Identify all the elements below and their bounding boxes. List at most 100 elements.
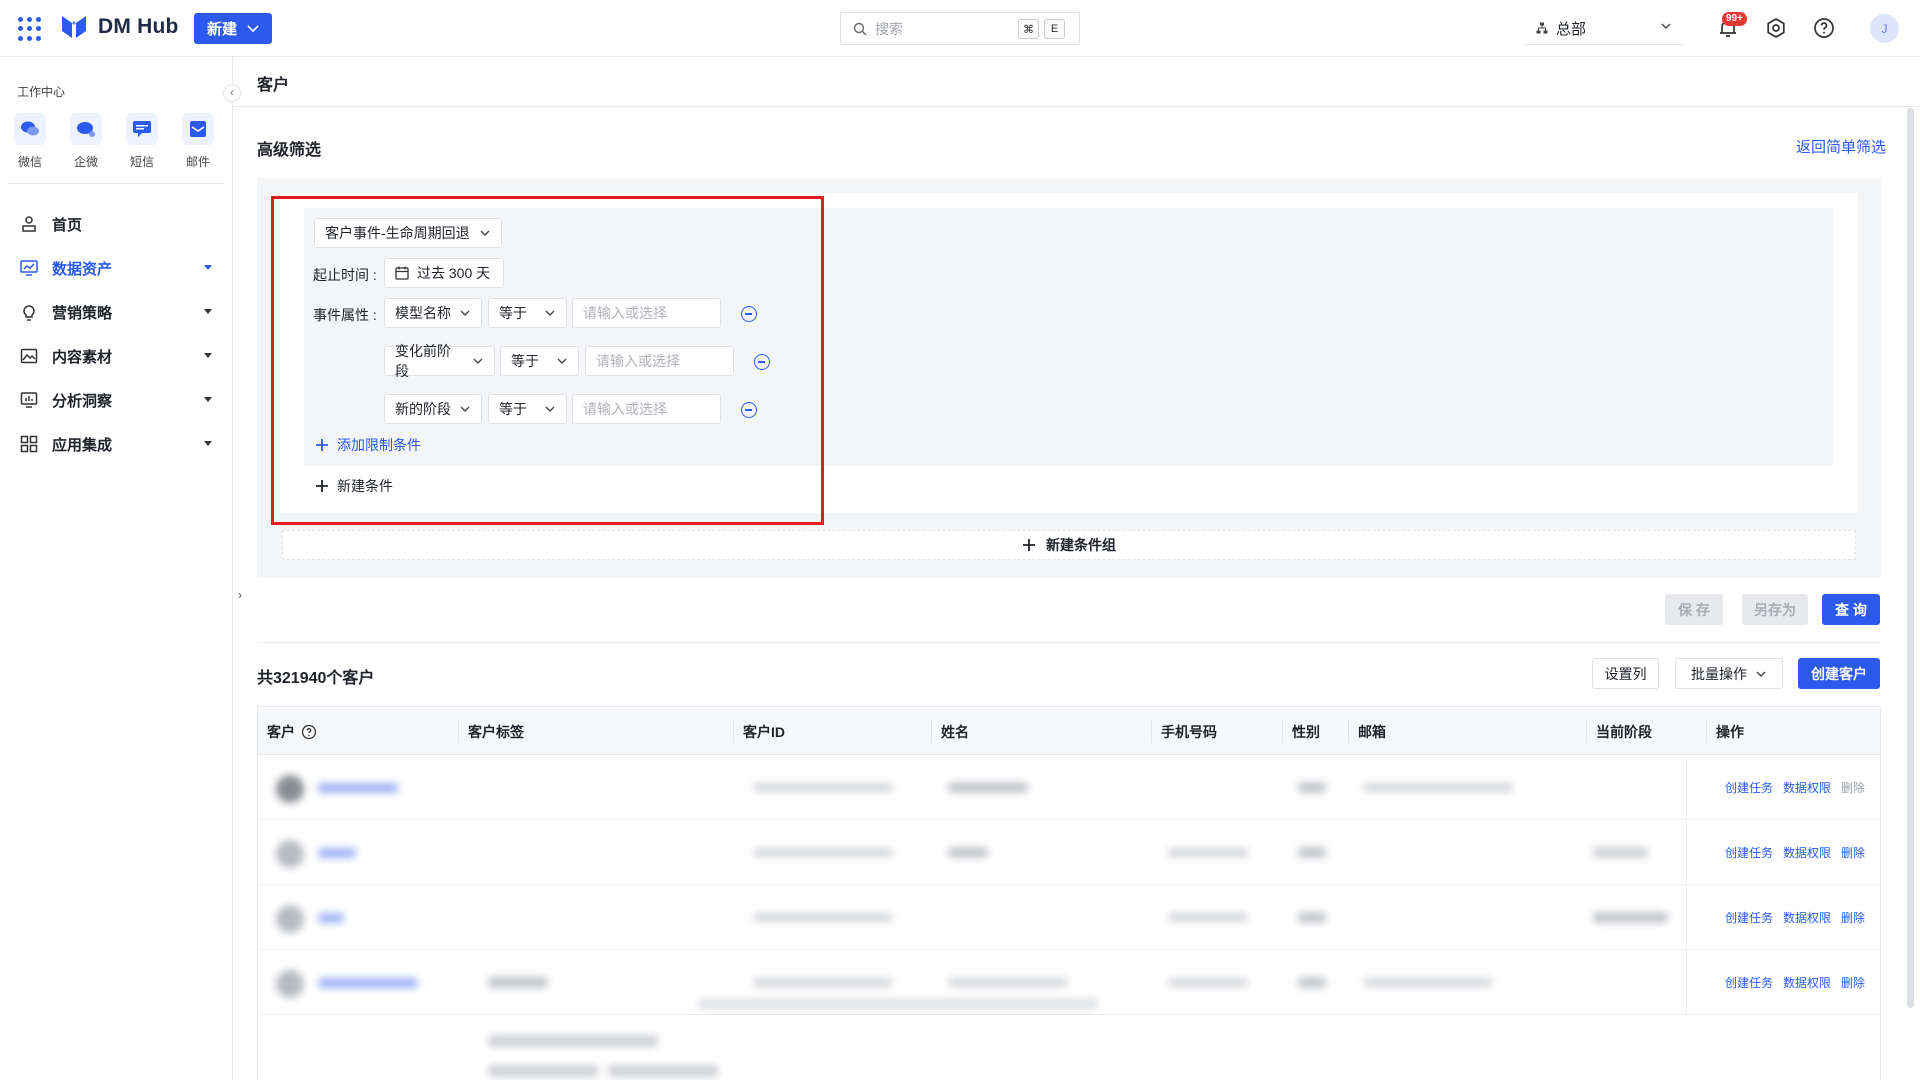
create-task-link[interactable]: 创建任务 xyxy=(1725,909,1773,926)
chevron-down-icon xyxy=(480,230,490,236)
bulb-icon xyxy=(23,305,35,321)
org-select[interactable]: 总部 xyxy=(1524,12,1684,45)
blurred-gender xyxy=(1298,782,1326,793)
time-range-picker[interactable]: 过去 300 天 xyxy=(384,258,504,288)
set-columns-button[interactable]: 设置列 xyxy=(1592,658,1659,689)
help-icon[interactable] xyxy=(1812,16,1836,40)
data-asset-icon xyxy=(20,260,38,276)
blurred-phone xyxy=(1168,913,1248,922)
remove-condition-icon[interactable] xyxy=(741,402,757,418)
column-header-customer[interactable]: 客户 xyxy=(267,722,317,742)
workspace-shortcuts: 微信 企微 短信 邮件 xyxy=(14,113,214,170)
remove-condition-icon[interactable] xyxy=(741,306,757,322)
table-row[interactable]: 创建任务 数据权限 删除 xyxy=(258,820,1880,885)
row-actions: 创建任务 数据权限 删除 xyxy=(1686,755,1880,819)
create-customer-button[interactable]: 创建客户 xyxy=(1798,658,1880,689)
column-separator xyxy=(931,719,932,743)
sms-icon xyxy=(126,113,158,145)
operator-select[interactable]: 等于 xyxy=(500,346,579,376)
delete-link[interactable]: 删除 xyxy=(1841,779,1865,796)
workspace-item-mail[interactable]: 邮件 xyxy=(182,113,214,170)
panel-expand-handle[interactable]: › xyxy=(234,583,246,607)
workspace-item-wecom[interactable]: 企微 xyxy=(70,113,102,170)
sidebar-item-integrations[interactable]: 应用集成 xyxy=(0,422,232,466)
operator-value: 等于 xyxy=(499,305,527,321)
new-button[interactable]: 新建 xyxy=(194,13,272,44)
table-row[interactable] xyxy=(258,1015,1880,1080)
save-as-button[interactable]: 另存为 xyxy=(1742,594,1808,625)
data-permission-link[interactable]: 数据权限 xyxy=(1783,779,1831,796)
settings-icon[interactable] xyxy=(1764,16,1788,40)
column-header-email[interactable]: 邮箱 xyxy=(1358,722,1386,742)
workspace-item-sms[interactable]: 短信 xyxy=(126,113,158,170)
table-row[interactable]: 创建任务 数据权限 删除 xyxy=(258,885,1880,950)
monitor-icon xyxy=(20,392,38,408)
wecom-icon xyxy=(70,113,102,145)
top-bar: DM Hub 新建 搜索 ⌘ E 总部 99+ J xyxy=(0,0,1920,57)
create-task-link[interactable]: 创建任务 xyxy=(1725,779,1773,796)
operator-select[interactable]: 等于 xyxy=(488,394,567,424)
time-range-value: 过去 300 天 xyxy=(417,265,491,281)
new-condition-button[interactable]: 新建条件 xyxy=(315,476,393,496)
create-task-link[interactable]: 创建任务 xyxy=(1725,844,1773,861)
delete-link[interactable]: 删除 xyxy=(1841,844,1865,861)
caret-down-icon xyxy=(204,397,212,402)
blurred-customer-id xyxy=(753,783,893,792)
batch-operations-button[interactable]: 批量操作 xyxy=(1675,658,1783,689)
attribute-field-select[interactable]: 变化前阶段 xyxy=(384,343,495,379)
event-select[interactable]: 客户事件-生命周期回退 xyxy=(314,218,502,248)
sidebar-item-label: 内容素材 xyxy=(52,348,113,366)
data-permission-link[interactable]: 数据权限 xyxy=(1783,974,1831,991)
sidebar-item-home[interactable]: 首页 xyxy=(0,202,232,246)
column-header-name[interactable]: 姓名 xyxy=(941,722,969,742)
brand-name: DM Hub xyxy=(98,15,179,38)
page-header: 客户 xyxy=(233,57,1920,107)
row-actions: 创建任务 数据权限 删除 xyxy=(1686,950,1880,1014)
add-restriction-button[interactable]: 添加限制条件 xyxy=(315,435,421,455)
column-header-stage[interactable]: 当前阶段 xyxy=(1596,722,1652,742)
dmhub-logo-icon xyxy=(62,16,86,38)
search-input[interactable]: 搜索 ⌘ E xyxy=(840,12,1080,45)
search-icon xyxy=(853,22,867,35)
table-row[interactable]: 创建任务 数据权限 删除 xyxy=(258,755,1880,820)
app-launcher-icon[interactable] xyxy=(18,17,42,41)
caret-down-icon xyxy=(204,309,212,314)
delete-link[interactable]: 删除 xyxy=(1841,974,1865,991)
page-scrollbar[interactable] xyxy=(1907,108,1914,1008)
attribute-value-input[interactable]: 请输入或选择 xyxy=(572,298,721,328)
mail-icon xyxy=(182,113,214,145)
back-to-simple-filter-link[interactable]: 返回简单筛选 xyxy=(1796,136,1886,157)
blurred-phone xyxy=(1168,848,1248,857)
query-button[interactable]: 查 询 xyxy=(1822,594,1880,625)
data-permission-link[interactable]: 数据权限 xyxy=(1783,844,1831,861)
help-circle-icon[interactable] xyxy=(301,724,317,740)
sidebar-item-analytics[interactable]: 分析洞察 xyxy=(0,378,232,422)
column-header-gender[interactable]: 性别 xyxy=(1292,722,1320,742)
attribute-field-select[interactable]: 模型名称 xyxy=(384,298,482,328)
operator-select[interactable]: 等于 xyxy=(488,298,567,328)
attribute-field-select[interactable]: 新的阶段 xyxy=(384,394,482,424)
sidebar-item-data-assets[interactable]: 数据资产 xyxy=(0,246,232,290)
new-condition-group-button[interactable]: 新建条件组 xyxy=(282,530,1856,560)
table-row[interactable]: 创建任务 数据权限 删除 xyxy=(258,950,1880,1015)
data-permission-link[interactable]: 数据权限 xyxy=(1783,909,1831,926)
save-button[interactable]: 保 存 xyxy=(1665,594,1723,625)
create-task-link[interactable]: 创建任务 xyxy=(1725,974,1773,991)
table-header: 客户 客户标签 客户ID 姓名 手机号码 性别 邮箱 当前阶段 操作 xyxy=(258,707,1880,755)
column-header-phone[interactable]: 手机号码 xyxy=(1161,722,1217,742)
sidebar-item-marketing[interactable]: 营销策略 xyxy=(0,290,232,334)
user-avatar[interactable]: J xyxy=(1870,14,1899,43)
column-header-tags[interactable]: 客户标签 xyxy=(468,722,524,742)
attribute-value-input[interactable]: 请输入或选择 xyxy=(572,394,721,424)
column-header-customer-id[interactable]: 客户ID xyxy=(743,722,785,742)
blurred-tag xyxy=(488,1035,658,1047)
attribute-value-input[interactable]: 请输入或选择 xyxy=(585,346,734,376)
remove-condition-icon[interactable] xyxy=(754,354,770,370)
workspace-item-wechat[interactable]: 微信 xyxy=(14,113,46,170)
brand-logo[interactable]: DM Hub xyxy=(60,13,179,41)
column-separator xyxy=(1151,719,1152,743)
workspace-label: 短信 xyxy=(129,155,154,169)
customer-table: 客户 客户标签 客户ID 姓名 手机号码 性别 邮箱 当前阶段 操作 创建任务 … xyxy=(257,706,1881,1080)
delete-link[interactable]: 删除 xyxy=(1841,909,1865,926)
sidebar-item-content[interactable]: 内容素材 xyxy=(0,334,232,378)
